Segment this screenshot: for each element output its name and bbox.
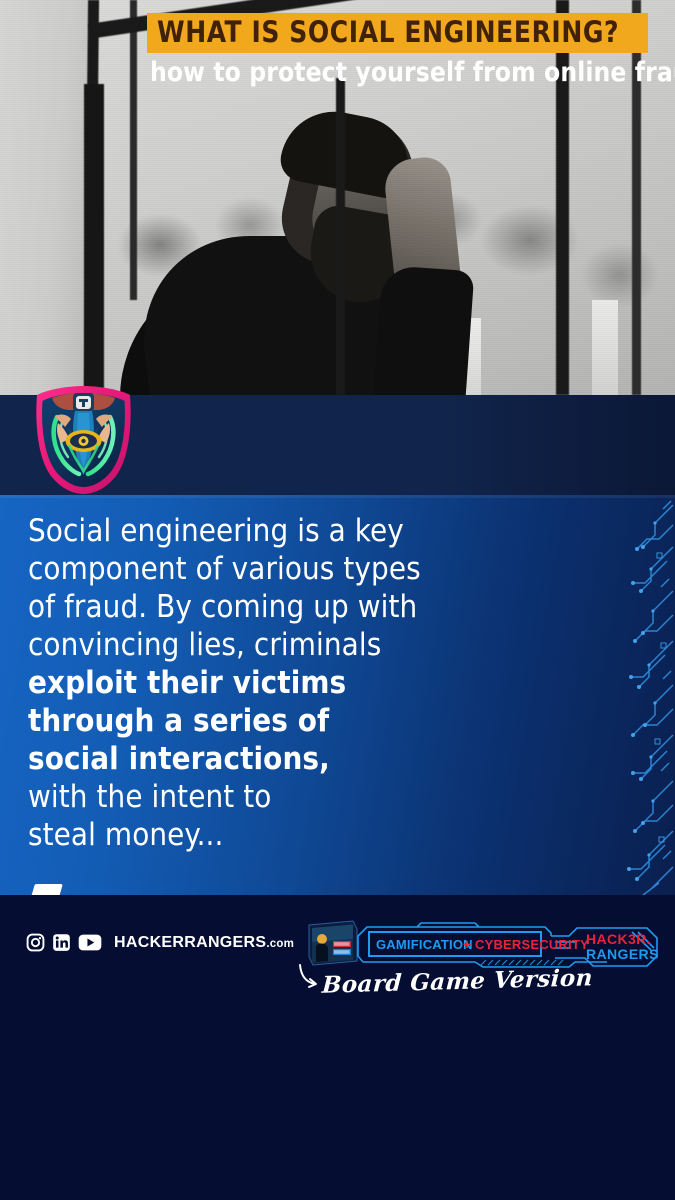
logo-line-2: RANGERS (586, 946, 659, 962)
logo-line-1: HACK3R. (586, 931, 651, 947)
body-line: steal money... (28, 817, 224, 853)
linkedin-icon[interactable] (52, 933, 71, 952)
youtube-icon[interactable] (78, 933, 102, 952)
body-line: Social engineering is a key (28, 513, 404, 549)
gamification-cybersecurity-banner: GAMIFICATION + CYBERSECURITY HACK3R. RAN… (357, 922, 659, 968)
banner-word-cybersecurity: CYBERSECURITY (475, 937, 589, 952)
body-line-emphasis: exploit their victims (28, 665, 347, 701)
body-line: component of various types (28, 551, 421, 587)
band-vignette (445, 395, 675, 495)
website-tld: .com (266, 937, 295, 950)
panel-top-edge (0, 495, 675, 498)
page-title: WHAT IS SOCIAL ENGINEERING? (157, 15, 620, 49)
body-line: of fraud. By coming up with (28, 589, 418, 625)
website-name: HACKERRANGERS (114, 933, 267, 951)
title-highlight: WHAT IS SOCIAL ENGINEERING? (147, 13, 649, 53)
social-links[interactable]: HACKERRANGERS.com (26, 933, 294, 952)
banner-plus: + (463, 936, 471, 952)
body-line-emphasis: social interactions, (28, 741, 330, 777)
social-media-post: WHAT IS SOCIAL ENGINEERING? how to prote… (0, 0, 675, 1200)
instagram-icon[interactable] (26, 933, 45, 952)
board-game-box-image (308, 920, 358, 966)
body-line: with the intent to (28, 779, 272, 815)
body-copy: Social engineering is a key component of… (28, 512, 421, 854)
circuit-pattern-decoration (627, 500, 674, 895)
page-subtitle: how to protect yourself from online frau… (150, 57, 675, 88)
banner-word-gamification: GAMIFICATION (376, 937, 473, 952)
body-line-emphasis: through a series of (28, 703, 330, 739)
website-label[interactable]: HACKERRANGERS.com (114, 934, 294, 952)
hacker-rangers-shield-badge (29, 383, 138, 497)
body-line: convincing lies, criminals (28, 627, 382, 663)
